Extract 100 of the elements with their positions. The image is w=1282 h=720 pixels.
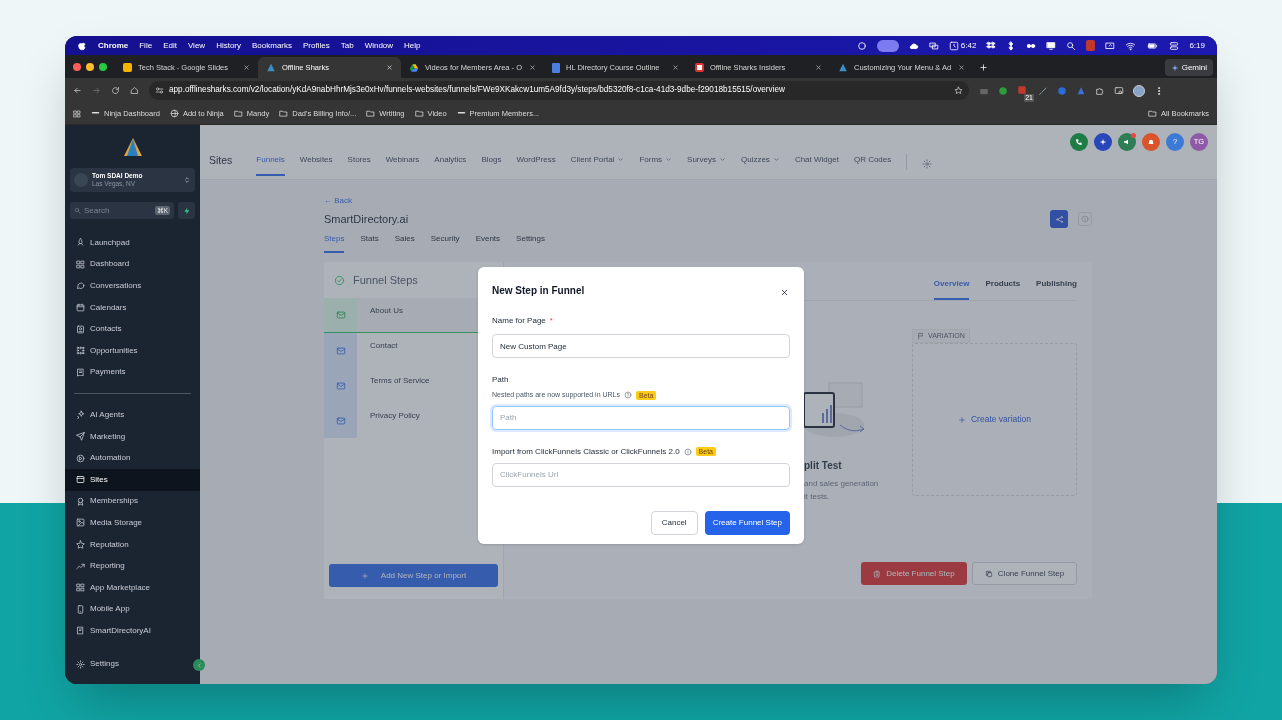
funnel-tab[interactable]: Stats bbox=[360, 233, 379, 253]
nav-item[interactable]: SmartDirectoryAI bbox=[65, 620, 200, 642]
nav-item[interactable]: Launchpad bbox=[65, 232, 200, 254]
funnel-step[interactable]: Privacy Policy bbox=[357, 403, 467, 436]
name-field[interactable]: New Custom Page bbox=[492, 334, 790, 358]
path-field[interactable]: Path bbox=[492, 405, 790, 430]
menu-item[interactable]: Edit bbox=[163, 39, 177, 52]
nav-item[interactable]: Memberships bbox=[65, 490, 200, 513]
flag-icon bbox=[917, 332, 925, 340]
funnel-tab[interactable]: Settings bbox=[516, 233, 545, 253]
funnel-tab[interactable]: Security bbox=[430, 233, 460, 253]
copy-icon bbox=[984, 569, 993, 578]
funnel-tab[interactable]: Events bbox=[475, 233, 501, 253]
calendar-icon bbox=[76, 303, 85, 313]
create-variation-link[interactable]: Create variation bbox=[958, 413, 1031, 426]
share-icon bbox=[1054, 214, 1064, 224]
profile-avatar[interactable] bbox=[1133, 84, 1145, 97]
menu-item[interactable]: History bbox=[216, 39, 241, 52]
funnel-step[interactable]: Terms of Service bbox=[357, 368, 467, 401]
share-button[interactable] bbox=[1050, 210, 1068, 228]
menu-item[interactable]: File bbox=[139, 39, 153, 52]
plus-icon bbox=[979, 63, 988, 72]
forward-arrow-icon bbox=[92, 86, 101, 95]
nav-tab[interactable]: Analytics bbox=[434, 153, 467, 176]
plus-icon bbox=[958, 415, 966, 424]
nav-tab[interactable]: Client Portal bbox=[570, 153, 625, 176]
menu-item[interactable]: Profiles bbox=[303, 39, 330, 52]
info-icon bbox=[1081, 215, 1089, 223]
timer-icon bbox=[948, 40, 959, 51]
header-icon-button[interactable] bbox=[1070, 133, 1088, 151]
tab-search-icon bbox=[1114, 85, 1124, 96]
check-circle-icon bbox=[334, 274, 345, 286]
funnel-tab[interactable]: Sales bbox=[394, 233, 415, 253]
nav-item[interactable]: Mobile App bbox=[65, 598, 200, 621]
split-test-title: plit Test bbox=[804, 459, 843, 473]
header-icon-button[interactable] bbox=[1118, 133, 1136, 151]
clock[interactable]: 6:19 bbox=[1189, 39, 1205, 52]
quick-action-button[interactable] bbox=[178, 202, 195, 219]
gemini-button[interactable]: Gemini bbox=[1164, 59, 1213, 76]
menu-item[interactable]: View bbox=[187, 39, 206, 52]
nav-tab[interactable]: Websites bbox=[299, 153, 333, 176]
sparkle-icon bbox=[76, 410, 85, 420]
funnel-step[interactable]: Contact bbox=[357, 333, 467, 366]
nav-tab[interactable]: Surveys bbox=[687, 153, 726, 176]
nav-item[interactable]: Calendars bbox=[65, 296, 200, 319]
extension-icon bbox=[1057, 85, 1067, 96]
delete-step-button[interactable]: Delete Funnel Step bbox=[861, 562, 967, 585]
nav-tab[interactable]: WordPress bbox=[516, 153, 556, 176]
battery-icon bbox=[1146, 40, 1160, 51]
close-button[interactable] bbox=[780, 287, 789, 297]
nav-item[interactable]: Conversations bbox=[65, 275, 200, 297]
create-step-button[interactable]: Create Funnel Step bbox=[704, 510, 790, 535]
info-icon bbox=[683, 447, 692, 456]
step-tab[interactable]: Publishing bbox=[1036, 278, 1077, 300]
step-tab[interactable]: Products bbox=[985, 278, 1021, 300]
bell-icon bbox=[1147, 138, 1155, 146]
cancel-button[interactable]: Cancel bbox=[650, 510, 698, 535]
chevron-down-icon bbox=[665, 156, 673, 164]
trash-icon bbox=[873, 569, 882, 578]
nav-item[interactable]: Reporting bbox=[65, 555, 200, 577]
app-status-icon[interactable] bbox=[1086, 40, 1096, 51]
menu-item[interactable]: Bookmarks bbox=[252, 39, 293, 52]
nav-item[interactable]: Automation bbox=[65, 447, 200, 469]
nav-item[interactable]: Sites bbox=[65, 468, 200, 491]
nav-tab[interactable]: Chat Widget bbox=[794, 153, 839, 176]
nav-item[interactable]: Contacts bbox=[65, 318, 200, 340]
puzzle-icon bbox=[1095, 85, 1105, 96]
chevron-updown-icon bbox=[183, 176, 191, 184]
app-menu[interactable]: Chrome bbox=[98, 39, 129, 52]
nav-tab[interactable]: Stores bbox=[347, 153, 371, 176]
nav-tab[interactable]: QR Codes bbox=[853, 153, 892, 176]
nav-tab[interactable]: Forms bbox=[639, 153, 673, 176]
header-icon-button[interactable] bbox=[1142, 133, 1160, 151]
menu-item[interactable]: Help bbox=[404, 39, 421, 52]
header-icon-button[interactable] bbox=[1094, 133, 1112, 151]
nav-item[interactable]: Media Storage bbox=[65, 512, 200, 534]
address-bar[interactable]: app.offlinesharks.com/v2/location/yKdA9nabHhrMjs3e0xHv/funnels-websites/funnels/FWe9XKakcw1um5A9fd3y/steps/bd5320f8-c1ca-41d3-9dbe-f29018b15515/overview bbox=[149, 81, 969, 100]
send-icon bbox=[76, 432, 85, 442]
status-pill[interactable] bbox=[876, 39, 899, 52]
mail-icon bbox=[335, 310, 346, 320]
nav-item[interactable]: Settings bbox=[70, 654, 195, 674]
nav-tab[interactable]: Webinars bbox=[385, 153, 420, 176]
nav-item[interactable]: Opportunities bbox=[65, 339, 200, 362]
nav-item[interactable]: Reputation bbox=[65, 533, 200, 556]
nav-tab[interactable]: Blogs bbox=[481, 153, 502, 176]
funnel-name: SmartDirectory.ai bbox=[324, 211, 410, 227]
menu-item[interactable]: Window bbox=[364, 39, 394, 52]
clickfunnels-url-field[interactable]: ClickFunnels Url bbox=[492, 462, 790, 487]
triangle-logo-icon bbox=[266, 62, 276, 73]
nav-item[interactable]: App Marketplace bbox=[65, 576, 200, 599]
clone-step-button[interactable]: Clone Funnel Step bbox=[972, 562, 1077, 585]
nav-item[interactable]: Marketing bbox=[65, 425, 200, 448]
apps-grid-icon bbox=[73, 109, 81, 118]
menu-item[interactable]: Tab bbox=[340, 39, 354, 52]
nav-tab[interactable]: Quizzes bbox=[740, 153, 780, 176]
nav-item[interactable]: Payments bbox=[65, 361, 200, 384]
nav-item[interactable]: Dashboard bbox=[65, 253, 200, 276]
mail-icon bbox=[335, 415, 346, 426]
close-icon bbox=[672, 64, 679, 71]
nav-item[interactable]: AI Agents bbox=[65, 404, 200, 426]
